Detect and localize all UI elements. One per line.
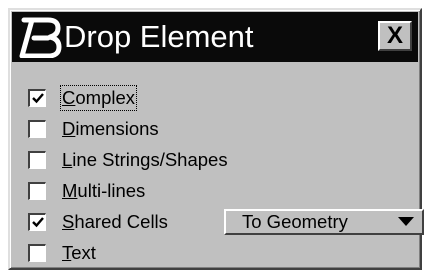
- drop-element-dialog: Drop Element X Complex Dimensions Line S…: [8, 8, 424, 270]
- window-title: Drop Element: [64, 19, 254, 54]
- options-panel: Complex Dimensions Line Strings/Shapes M…: [28, 82, 424, 268]
- close-button[interactable]: X: [378, 21, 412, 51]
- complex-checkbox[interactable]: [28, 88, 46, 107]
- option-row-text: Text: [28, 237, 410, 268]
- shared-cells-mode-dropdown[interactable]: To Geometry: [224, 209, 424, 235]
- multi-lines-checkbox[interactable]: [28, 181, 46, 200]
- title-bar[interactable]: Drop Element X: [12, 12, 418, 62]
- dropdown-selected-value: To Geometry: [242, 211, 348, 232]
- shared-cells-checkbox[interactable]: [28, 212, 46, 231]
- close-icon: X: [386, 22, 403, 49]
- complex-label[interactable]: Complex: [59, 84, 138, 111]
- chevron-down-icon: [398, 217, 414, 226]
- text-label[interactable]: Text: [62, 242, 96, 264]
- check-icon: [31, 217, 44, 228]
- microstation-logo-icon: [19, 17, 62, 58]
- shared-cells-label[interactable]: Shared Cells: [62, 211, 168, 233]
- dimensions-checkbox[interactable]: [28, 119, 46, 138]
- line-strings-shapes-label[interactable]: Line Strings/Shapes: [62, 149, 228, 171]
- option-row-line-strings-shapes: Line Strings/Shapes: [28, 144, 410, 175]
- option-row-multi-lines: Multi-lines: [28, 175, 410, 206]
- text-checkbox[interactable]: [28, 243, 46, 262]
- option-row-dimensions: Dimensions: [28, 113, 410, 144]
- option-row-shared-cells: Shared Cells To Geometry: [28, 206, 424, 237]
- check-icon: [31, 93, 44, 104]
- line-strings-shapes-checkbox[interactable]: [28, 150, 46, 169]
- option-row-complex: Complex: [28, 82, 410, 113]
- multi-lines-label[interactable]: Multi-lines: [62, 180, 145, 202]
- dimensions-label[interactable]: Dimensions: [62, 118, 159, 140]
